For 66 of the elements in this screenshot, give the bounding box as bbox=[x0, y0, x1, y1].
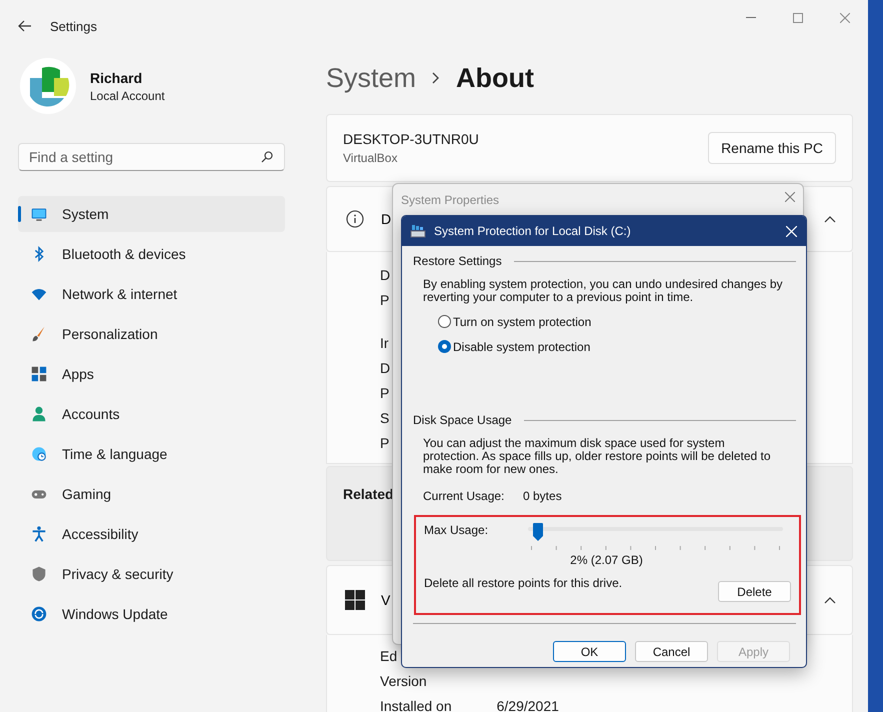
sidebar-item[interactable]: Time & language bbox=[18, 436, 285, 472]
sidebar-item[interactable]: Gaming bbox=[18, 476, 285, 512]
spec-label: Version bbox=[380, 672, 427, 688]
sidebar-item[interactable]: Bluetooth & devices bbox=[18, 236, 285, 272]
delete-text: Delete all restore points for this drive. bbox=[424, 576, 622, 590]
spec-label: D bbox=[380, 360, 390, 376]
page-title: About bbox=[456, 62, 534, 94]
person-icon bbox=[30, 405, 48, 423]
group-heading: Restore Settings bbox=[413, 254, 502, 268]
current-usage-label: Current Usage: bbox=[423, 489, 506, 503]
max-usage-label: Max Usage: bbox=[424, 523, 490, 539]
sidebar-item[interactable]: Apps bbox=[18, 356, 285, 392]
rename-button[interactable]: Rename this PC bbox=[708, 132, 836, 164]
account-name: Richard bbox=[90, 70, 144, 86]
pc-name: DESKTOP-3UTNR0U bbox=[343, 131, 479, 147]
sidebar-item[interactable]: Accessibility bbox=[18, 516, 285, 552]
description-text: By enabling system protection, you can undo undesired changes by reverting your computer to a previous point in time. bbox=[423, 278, 783, 304]
globe-icon bbox=[30, 445, 48, 463]
spec-label: P bbox=[380, 292, 390, 308]
spec-label: P bbox=[380, 434, 390, 450]
radio-option[interactable]: Disable system protection bbox=[438, 339, 796, 354]
avatar-icon bbox=[20, 58, 76, 114]
sidebar-item[interactable]: Windows Update bbox=[18, 596, 285, 632]
minimize-icon[interactable] bbox=[746, 17, 756, 19]
current-usage-value: 0 bytes bbox=[523, 489, 562, 503]
sidebar-item[interactable]: Privacy & security bbox=[18, 556, 285, 592]
slider-thumb[interactable] bbox=[532, 523, 543, 541]
spec-label: Ed bbox=[380, 648, 398, 664]
windows-logo-icon bbox=[345, 590, 365, 610]
apps-icon bbox=[30, 365, 48, 383]
search-icon[interactable] bbox=[261, 151, 273, 163]
update-icon bbox=[30, 605, 48, 623]
spec-label: D bbox=[380, 266, 390, 282]
drive-icon bbox=[410, 224, 426, 238]
back-arrow-icon[interactable] bbox=[18, 20, 32, 32]
window-title: Settings bbox=[50, 18, 97, 34]
maximize-icon[interactable] bbox=[792, 13, 802, 23]
spec-label: S bbox=[380, 410, 390, 426]
sidebar-item[interactable]: System bbox=[18, 196, 285, 232]
radio-option[interactable]: Turn on system protection bbox=[438, 314, 796, 329]
chevron-up-icon[interactable] bbox=[824, 215, 836, 223]
sidebar-item[interactable]: Network & internet bbox=[18, 276, 285, 312]
dialog-button[interactable]: OK bbox=[553, 641, 626, 662]
search-field[interactable]: Find a setting bbox=[18, 143, 285, 171]
max-usage-slider[interactable] bbox=[528, 523, 783, 547]
pc-model: VirtualBox bbox=[343, 151, 398, 165]
section-title: V bbox=[381, 592, 390, 608]
delete-button[interactable]: Delete bbox=[718, 581, 791, 602]
chevron-up-icon[interactable] bbox=[824, 596, 836, 604]
spec-label: P bbox=[380, 384, 390, 400]
accessibility-icon bbox=[30, 525, 48, 543]
group-heading: Disk Space Usage bbox=[413, 413, 512, 427]
sidebar-item[interactable]: Accounts bbox=[18, 396, 285, 432]
spec-label: Ir bbox=[380, 334, 389, 350]
spec-label: Installed on bbox=[380, 698, 452, 712]
dialog-title: System Protection for Local Disk (C:) bbox=[434, 224, 632, 238]
dialog-button[interactable]: Cancel bbox=[635, 641, 708, 662]
spec-value: 6/29/2021 bbox=[496, 698, 559, 712]
shield-icon bbox=[30, 565, 48, 583]
account-type: Local Account bbox=[90, 88, 165, 102]
sidebar-item[interactable]: Personalization bbox=[18, 316, 285, 352]
info-icon bbox=[346, 210, 364, 228]
section-title: D bbox=[381, 211, 392, 227]
dialog-title: System Properties bbox=[401, 193, 500, 207]
breadcrumb-link[interactable]: System bbox=[326, 62, 416, 94]
chevron-right-icon bbox=[432, 72, 440, 84]
